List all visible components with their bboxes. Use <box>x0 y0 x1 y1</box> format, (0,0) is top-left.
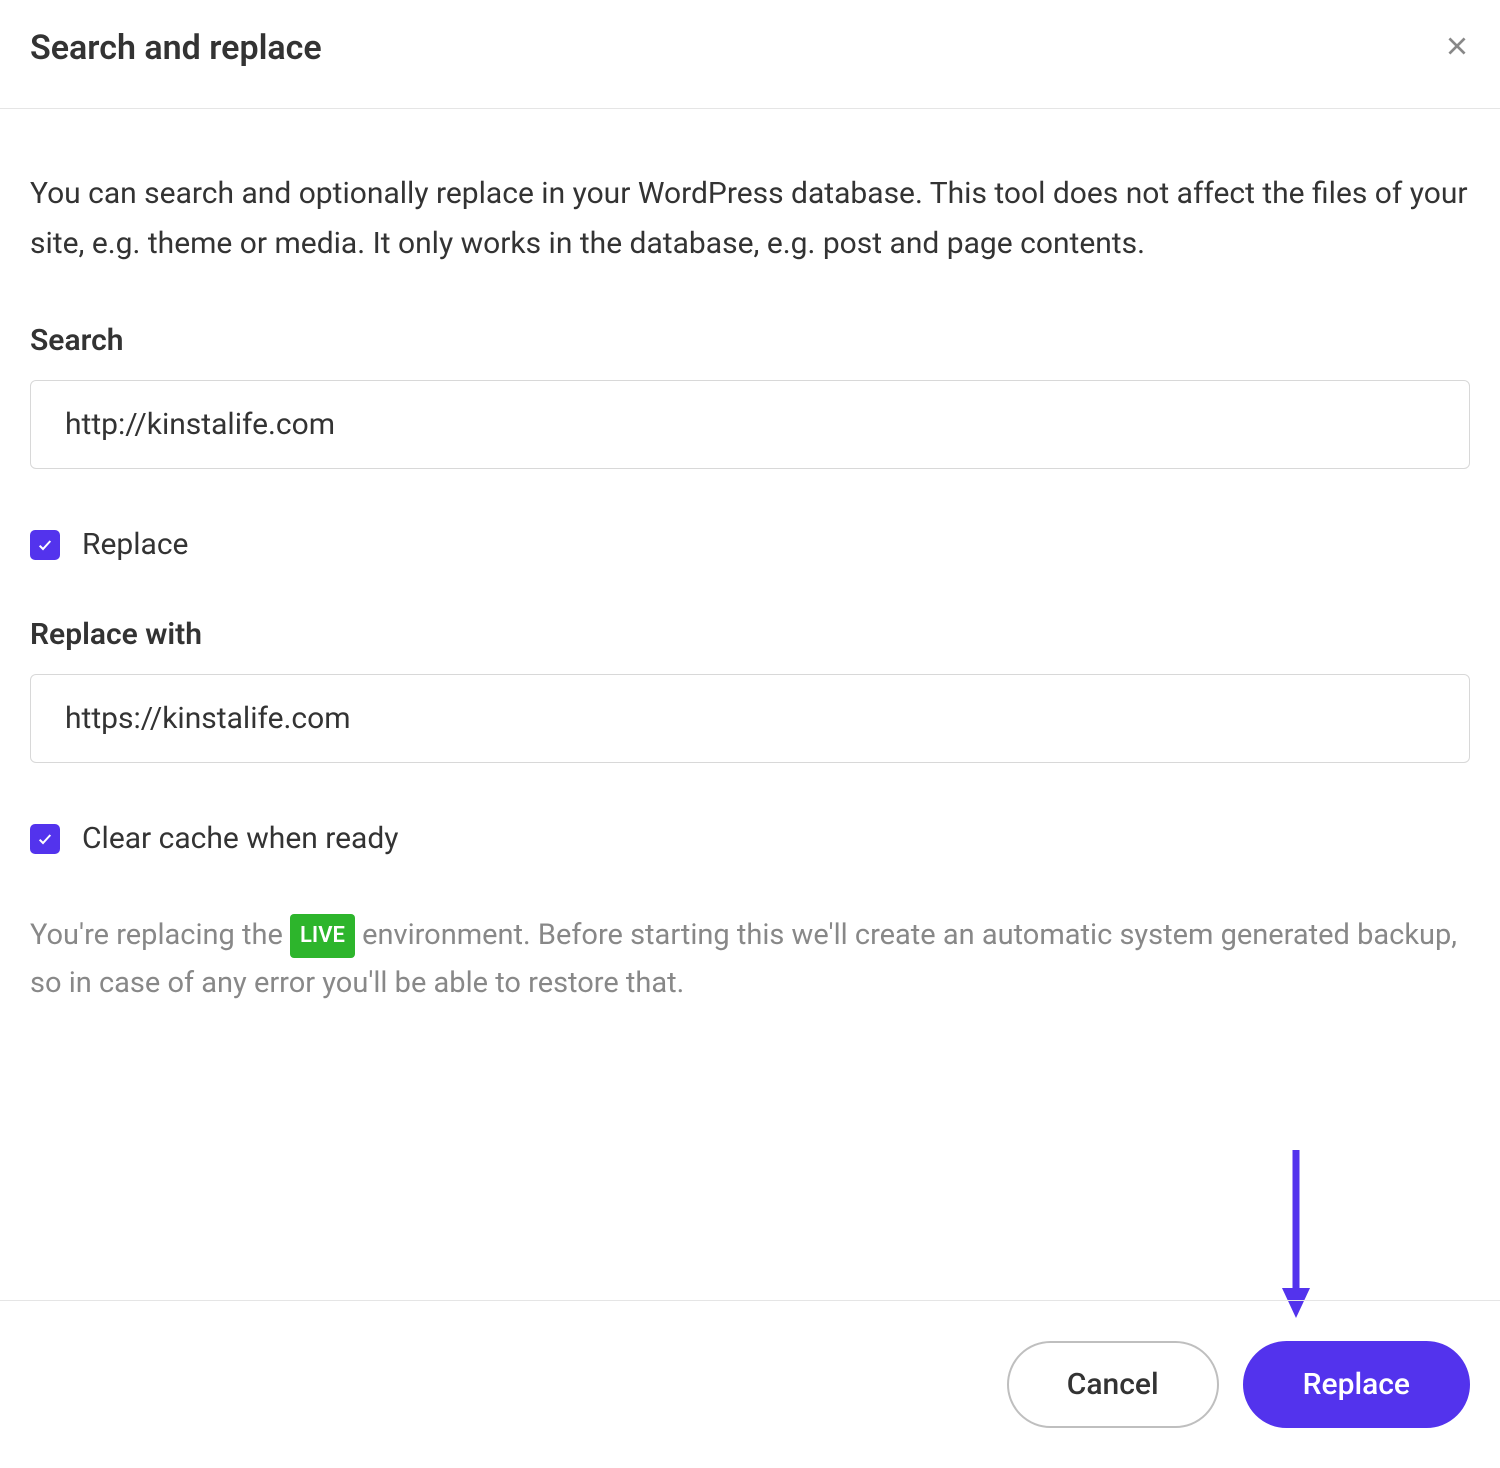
checkmark-icon <box>37 537 53 553</box>
replace-checkbox[interactable] <box>30 530 60 560</box>
replace-checkbox-label: Replace <box>82 527 188 562</box>
close-icon <box>1444 33 1470 59</box>
arrow-annotation <box>1276 1150 1316 1320</box>
close-button[interactable] <box>1444 33 1470 63</box>
checkmark-icon <box>37 831 53 847</box>
intro-text: You can search and optionally replace in… <box>30 169 1470 268</box>
cancel-button[interactable]: Cancel <box>1007 1341 1219 1428</box>
replace-with-label: Replace with <box>30 617 1470 652</box>
live-badge: LIVE <box>290 914 355 958</box>
clear-cache-checkbox[interactable] <box>30 824 60 854</box>
clear-cache-label: Clear cache when ready <box>82 821 398 856</box>
search-input[interactable] <box>30 380 1470 469</box>
search-label: Search <box>30 323 1470 358</box>
replace-with-input[interactable] <box>30 674 1470 763</box>
dialog-title: Search and replace <box>30 28 322 68</box>
environment-note: You're replacing the LIVE environment. B… <box>30 912 1470 1008</box>
replace-button[interactable]: Replace <box>1243 1341 1470 1428</box>
note-before: You're replacing the <box>30 918 290 952</box>
